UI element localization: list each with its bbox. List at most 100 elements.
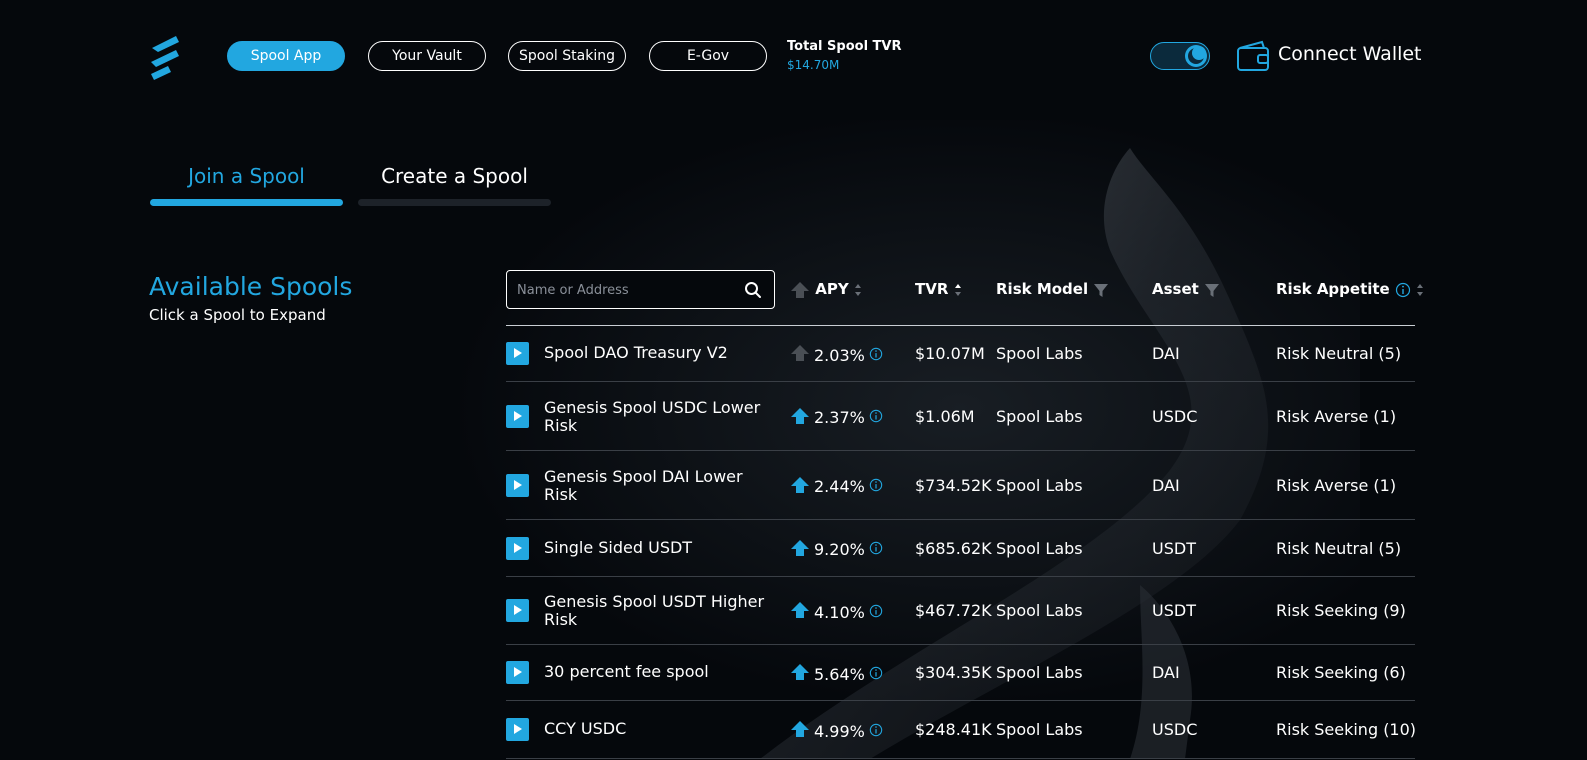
asset-value: DAI [1152,475,1180,495]
apy-value: 2.03% [814,345,865,365]
risk-appetite-value: Risk Seeking (9) [1276,601,1406,620]
filter-icon[interactable] [1093,282,1109,298]
risk-appetite-value: Risk Averse (1) [1276,406,1397,426]
search-input[interactable] [515,271,739,309]
tab-join-a-spool[interactable]: Join a Spool [150,164,343,188]
apy-cell: 4.99% [790,720,883,742]
info-icon[interactable] [869,408,883,427]
table-row[interactable]: Genesis Spool USDC Lower Risk 2.37% $1.0… [506,382,1415,451]
asset-value: DAI [1152,663,1180,682]
spool-name: 30 percent fee spool [544,662,709,681]
info-icon[interactable] [869,346,883,365]
apy-cell: 9.20% [790,539,883,561]
info-icon[interactable] [869,603,883,622]
tab-create-a-spool[interactable]: Create a Spool [358,164,551,188]
apy-cell: 4.10% [790,601,883,623]
search-box [506,270,775,309]
risk-model-value: Spool Labs [996,663,1083,682]
expand-row-button[interactable] [506,599,529,622]
expand-row-button[interactable] [506,661,529,684]
tab-indicator-inactive [358,199,551,206]
total-tvr-value: $14.70M [787,58,840,72]
apy-value: 2.37% [814,408,865,427]
apy-value: 9.20% [814,540,865,559]
tab-indicator-active [150,199,343,206]
expand-row-button[interactable] [506,473,529,497]
info-icon[interactable] [869,722,883,741]
column-header-risk-model[interactable]: Risk Model [996,280,1109,298]
table-row[interactable]: 30 percent fee spool 5.64% $304.35K Spoo… [506,645,1415,701]
asset-value: USDC [1152,406,1198,426]
column-header-apy[interactable]: APY [790,280,862,299]
risk-model-value: Spool Labs [996,475,1083,495]
risk-appetite-value: Risk Averse (1) [1276,475,1397,495]
moon-icon [1185,45,1207,67]
risk-model-value: Spool Labs [996,720,1083,739]
risk-appetite-value: Risk Neutral (5) [1276,538,1402,558]
asset-value: USDT [1152,538,1196,558]
expand-row-button[interactable] [506,536,529,560]
apy-value: 2.44% [814,477,865,496]
tvr-value: $248.41K [915,720,992,739]
table-row[interactable]: Single Sided USDT 9.20% $685.62K Spool L… [506,520,1415,577]
expand-row-button[interactable] [506,718,529,741]
expand-row-button[interactable] [506,342,529,365]
spool-name: Spool DAO Treasury V2 [544,343,728,362]
available-spools-subtitle: Click a Spool to Expand [149,306,326,324]
theme-toggle[interactable] [1150,42,1210,70]
column-header-asset[interactable]: Asset [1152,280,1220,298]
table-row[interactable]: CCY USDC 4.99% $248.41K Spool Labs USDC … [506,701,1417,759]
apy-value: 4.10% [814,602,865,622]
asset-value: USDC [1152,720,1198,739]
tvr-value: $304.35K [915,663,992,682]
risk-model-value: Spool Labs [996,538,1083,558]
column-header-risk-model-label: Risk Model [996,280,1089,298]
total-tvr-label: Total Spool TVR [787,39,902,54]
column-header-apy-label: APY [815,280,849,298]
nav-your-vault[interactable]: Your Vault [368,41,486,71]
filter-icon[interactable] [1204,282,1220,298]
apy-value: 4.99% [814,721,865,741]
search-icon[interactable] [744,281,762,299]
sort-icon[interactable] [854,283,862,297]
nav-spool-app[interactable]: Spool App [227,41,345,71]
up-arrow-icon [790,601,810,623]
table-row[interactable]: Spool DAO Treasury V2 2.03% $10.07M Spoo… [506,326,1415,382]
connect-wallet-button[interactable]: Connect Wallet [1278,43,1422,65]
info-icon[interactable] [1395,282,1411,298]
tvr-value: $685.62K [915,538,992,558]
risk-model-value: Spool Labs [996,344,1083,363]
asset-value: USDT [1152,601,1196,620]
nav-spool-staking[interactable]: Spool Staking [508,41,626,71]
info-icon[interactable] [869,540,883,559]
wallet-icon[interactable] [1236,40,1270,72]
neutral-arrow-icon [790,344,810,366]
column-header-asset-label: Asset [1152,280,1199,298]
spool-logo[interactable] [148,34,182,80]
sort-icon[interactable] [1416,283,1424,297]
column-header-risk-appetite[interactable]: Risk Appetite [1276,280,1424,298]
table-row[interactable]: Genesis Spool DAI Lower Risk 2.44% $734.… [506,451,1415,520]
risk-model-value: Spool Labs [996,601,1083,620]
risk-model-value: Spool Labs [996,406,1083,426]
column-header-tvr[interactable]: TVR [915,280,962,298]
apy-cell: 2.03% [790,344,883,366]
sort-ascending-icon[interactable] [954,283,962,297]
info-icon[interactable] [869,665,883,684]
spool-name: Genesis Spool USDT Higher Risk [544,592,765,629]
neutral-arrow-icon [791,281,809,298]
spool-name: Genesis Spool USDC Lower Risk [544,397,761,435]
apy-cell: 2.44% [790,476,883,498]
nav-e-gov[interactable]: E-Gov [649,41,767,71]
up-arrow-icon [790,539,810,561]
table-row[interactable]: Genesis Spool USDT Higher Risk 4.10% $46… [506,577,1415,645]
spool-name: CCY USDC [544,719,627,738]
risk-appetite-value: Risk Seeking (10) [1276,720,1417,739]
column-header-risk-appetite-label: Risk Appetite [1276,280,1390,298]
info-icon[interactable] [869,477,883,496]
expand-row-button[interactable] [506,404,529,428]
asset-value: DAI [1152,344,1180,363]
up-arrow-icon [790,720,810,742]
apy-value: 5.64% [814,664,865,684]
apy-cell: 2.37% [790,407,883,429]
